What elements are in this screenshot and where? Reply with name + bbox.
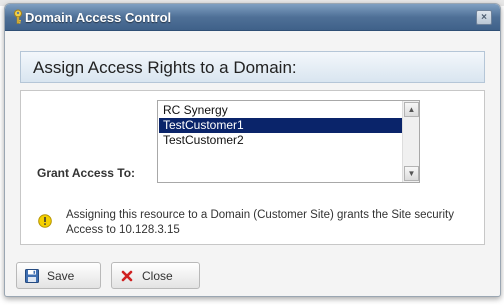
red-x-icon (121, 270, 133, 282)
close-button[interactable]: Close (111, 262, 200, 289)
warning-icon (38, 214, 52, 228)
list-item[interactable]: RC Synergy (159, 103, 402, 118)
domain-listbox[interactable]: RC Synergy TestCustomer1 TestCustomer2 ▲… (157, 100, 420, 183)
dialog-titlebar[interactable]: Domain Access Control × (5, 4, 500, 31)
domain-access-dialog: Domain Access Control × Assign Access Ri… (4, 3, 501, 297)
list-item[interactable]: TestCustomer2 (159, 133, 402, 148)
save-button[interactable]: Save (16, 262, 101, 289)
section-banner: Assign Access Rights to a Domain: (20, 51, 485, 83)
close-window-button[interactable]: × (476, 10, 492, 25)
scroll-down-icon[interactable]: ▼ (404, 166, 419, 181)
form-panel: Grant Access To: RC Synergy TestCustomer… (20, 90, 485, 245)
scroll-up-icon[interactable]: ▲ (404, 102, 419, 117)
section-heading: Assign Access Rights to a Domain: (33, 58, 297, 77)
dialog-title: Domain Access Control (25, 10, 172, 25)
list-item[interactable]: TestCustomer1 (159, 118, 402, 133)
grant-access-label: Grant Access To: (37, 166, 136, 180)
close-label: Close (142, 269, 173, 283)
listbox-scrollbar[interactable]: ▲ ▼ (402, 101, 419, 182)
save-label: Save (47, 269, 75, 283)
floppy-disk-icon (25, 269, 39, 283)
info-message: Assigning this resource to a Domain (Cus… (66, 209, 454, 236)
key-icon (14, 9, 22, 24)
